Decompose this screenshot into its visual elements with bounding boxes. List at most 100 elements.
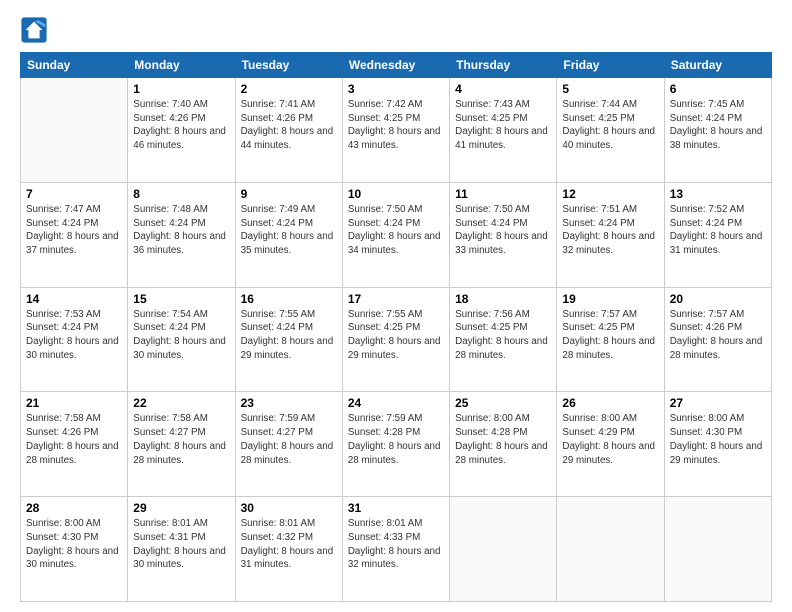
- calendar-cell: 23 Sunrise: 7:59 AMSunset: 4:27 PMDayligh…: [235, 392, 342, 497]
- day-info: Sunrise: 7:44 AMSunset: 4:25 PMDaylight:…: [562, 98, 658, 153]
- day-info: Sunrise: 7:42 AMSunset: 4:25 PMDaylight:…: [348, 98, 444, 153]
- day-info: Sunrise: 7:55 AMSunset: 4:25 PMDaylight:…: [348, 308, 444, 363]
- day-number: 22: [133, 396, 229, 410]
- calendar-cell: 14 Sunrise: 7:53 AMSunset: 4:24 PMDayligh…: [21, 287, 128, 392]
- weekday-header-wednesday: Wednesday: [342, 53, 449, 78]
- day-number: 20: [670, 292, 766, 306]
- calendar-cell: 28 Sunrise: 8:00 AMSunset: 4:30 PMDayligh…: [21, 497, 128, 602]
- day-number: 31: [348, 501, 444, 515]
- day-number: 15: [133, 292, 229, 306]
- calendar-cell: 5 Sunrise: 7:44 AMSunset: 4:25 PMDaylight…: [557, 78, 664, 183]
- calendar-cell: [557, 497, 664, 602]
- weekday-header-sunday: Sunday: [21, 53, 128, 78]
- day-number: 27: [670, 396, 766, 410]
- day-number: 24: [348, 396, 444, 410]
- day-number: 26: [562, 396, 658, 410]
- day-info: Sunrise: 7:58 AMSunset: 4:27 PMDaylight:…: [133, 412, 229, 467]
- day-number: 19: [562, 292, 658, 306]
- week-row-5: 28 Sunrise: 8:00 AMSunset: 4:30 PMDayligh…: [21, 497, 772, 602]
- week-row-3: 14 Sunrise: 7:53 AMSunset: 4:24 PMDayligh…: [21, 287, 772, 392]
- day-info: Sunrise: 7:57 AMSunset: 4:25 PMDaylight:…: [562, 308, 658, 363]
- weekday-header-saturday: Saturday: [664, 53, 771, 78]
- calendar-cell: 7 Sunrise: 7:47 AMSunset: 4:24 PMDaylight…: [21, 182, 128, 287]
- calendar-cell: 2 Sunrise: 7:41 AMSunset: 4:26 PMDaylight…: [235, 78, 342, 183]
- day-info: Sunrise: 8:01 AMSunset: 4:33 PMDaylight:…: [348, 517, 444, 572]
- day-info: Sunrise: 7:52 AMSunset: 4:24 PMDaylight:…: [670, 203, 766, 258]
- calendar-cell: 13 Sunrise: 7:52 AMSunset: 4:24 PMDayligh…: [664, 182, 771, 287]
- calendar-cell: 6Sunrise: 7:45 AMSunset: 4:24 PMDaylight…: [664, 78, 771, 183]
- day-number: 18: [455, 292, 551, 306]
- day-number: 21: [26, 396, 122, 410]
- day-info: Sunrise: 7:59 AMSunset: 4:27 PMDaylight:…: [241, 412, 337, 467]
- weekday-header-monday: Monday: [128, 53, 235, 78]
- day-info: Sunrise: 8:01 AMSunset: 4:31 PMDaylight:…: [133, 517, 229, 572]
- calendar-cell: 24 Sunrise: 7:59 AMSunset: 4:28 PMDayligh…: [342, 392, 449, 497]
- calendar-cell: 26 Sunrise: 8:00 AMSunset: 4:29 PMDayligh…: [557, 392, 664, 497]
- calendar-cell: 19 Sunrise: 7:57 AMSunset: 4:25 PMDayligh…: [557, 287, 664, 392]
- day-info: Sunrise: 7:51 AMSunset: 4:24 PMDaylight:…: [562, 203, 658, 258]
- day-number: 11: [455, 187, 551, 201]
- calendar-cell: 31 Sunrise: 8:01 AMSunset: 4:33 PMDayligh…: [342, 497, 449, 602]
- day-number: 3: [348, 82, 444, 96]
- calendar-cell: 1 Sunrise: 7:40 AMSunset: 4:26 PMDaylight…: [128, 78, 235, 183]
- day-info: Sunrise: 7:49 AMSunset: 4:24 PMDaylight:…: [241, 203, 337, 258]
- day-number: 25: [455, 396, 551, 410]
- day-number: 7: [26, 187, 122, 201]
- calendar-cell: 29 Sunrise: 8:01 AMSunset: 4:31 PMDayligh…: [128, 497, 235, 602]
- day-info: Sunrise: 8:01 AMSunset: 4:32 PMDaylight:…: [241, 517, 337, 572]
- day-info: Sunrise: 8:00 AMSunset: 4:30 PMDaylight:…: [670, 412, 766, 467]
- calendar-cell: 18 Sunrise: 7:56 AMSunset: 4:25 PMDayligh…: [450, 287, 557, 392]
- calendar-cell: 11 Sunrise: 7:50 AMSunset: 4:24 PMDayligh…: [450, 182, 557, 287]
- calendar-cell: 9Sunrise: 7:49 AMSunset: 4:24 PMDaylight…: [235, 182, 342, 287]
- day-info: Sunrise: 7:58 AMSunset: 4:26 PMDaylight:…: [26, 412, 122, 467]
- calendar-page: SundayMondayTuesdayWednesdayThursdayFrid…: [0, 0, 792, 612]
- header: [20, 16, 772, 44]
- day-info: Sunrise: 7:53 AMSunset: 4:24 PMDaylight:…: [26, 308, 122, 363]
- logo: [20, 16, 50, 44]
- day-number: 13: [670, 187, 766, 201]
- calendar-cell: 10 Sunrise: 7:50 AMSunset: 4:24 PMDayligh…: [342, 182, 449, 287]
- calendar-cell: 15 Sunrise: 7:54 AMSunset: 4:24 PMDayligh…: [128, 287, 235, 392]
- day-info: Sunrise: 8:00 AMSunset: 4:30 PMDaylight:…: [26, 517, 122, 572]
- calendar-cell: 25 Sunrise: 8:00 AMSunset: 4:28 PMDayligh…: [450, 392, 557, 497]
- day-number: 30: [241, 501, 337, 515]
- day-info: Sunrise: 8:00 AMSunset: 4:29 PMDaylight:…: [562, 412, 658, 467]
- weekday-header-friday: Friday: [557, 53, 664, 78]
- day-info: Sunrise: 7:54 AMSunset: 4:24 PMDaylight:…: [133, 308, 229, 363]
- day-info: Sunrise: 7:50 AMSunset: 4:24 PMDaylight:…: [455, 203, 551, 258]
- calendar-cell: 8Sunrise: 7:48 AMSunset: 4:24 PMDaylight…: [128, 182, 235, 287]
- calendar-cell: 17Sunrise: 7:55 AMSunset: 4:25 PMDayligh…: [342, 287, 449, 392]
- day-info: Sunrise: 7:56 AMSunset: 4:25 PMDaylight:…: [455, 308, 551, 363]
- day-number: 1: [133, 82, 229, 96]
- day-info: Sunrise: 7:48 AMSunset: 4:24 PMDaylight:…: [133, 203, 229, 258]
- week-row-2: 7 Sunrise: 7:47 AMSunset: 4:24 PMDaylight…: [21, 182, 772, 287]
- day-number: 23: [241, 396, 337, 410]
- day-number: 6: [670, 82, 766, 96]
- day-info: Sunrise: 7:50 AMSunset: 4:24 PMDaylight:…: [348, 203, 444, 258]
- calendar-cell: [21, 78, 128, 183]
- week-row-4: 21 Sunrise: 7:58 AMSunset: 4:26 PMDayligh…: [21, 392, 772, 497]
- day-number: 14: [26, 292, 122, 306]
- day-info: Sunrise: 7:47 AMSunset: 4:24 PMDaylight:…: [26, 203, 122, 258]
- day-number: 28: [26, 501, 122, 515]
- day-number: 5: [562, 82, 658, 96]
- day-number: 29: [133, 501, 229, 515]
- calendar-cell: 27 Sunrise: 8:00 AMSunset: 4:30 PMDayligh…: [664, 392, 771, 497]
- day-number: 10: [348, 187, 444, 201]
- calendar-cell: 3 Sunrise: 7:42 AMSunset: 4:25 PMDaylight…: [342, 78, 449, 183]
- day-info: Sunrise: 8:00 AMSunset: 4:28 PMDaylight:…: [455, 412, 551, 467]
- calendar-cell: 4Sunrise: 7:43 AMSunset: 4:25 PMDaylight…: [450, 78, 557, 183]
- calendar-cell: 20 Sunrise: 7:57 AMSunset: 4:26 PMDayligh…: [664, 287, 771, 392]
- calendar-cell: 16Sunrise: 7:55 AMSunset: 4:24 PMDayligh…: [235, 287, 342, 392]
- day-info: Sunrise: 7:40 AMSunset: 4:26 PMDaylight:…: [133, 98, 229, 153]
- day-number: 2: [241, 82, 337, 96]
- calendar-cell: [450, 497, 557, 602]
- day-info: Sunrise: 7:41 AMSunset: 4:26 PMDaylight:…: [241, 98, 337, 153]
- day-info: Sunrise: 7:57 AMSunset: 4:26 PMDaylight:…: [670, 308, 766, 363]
- day-info: Sunrise: 7:55 AMSunset: 4:24 PMDaylight:…: [241, 308, 337, 363]
- day-info: Sunrise: 7:59 AMSunset: 4:28 PMDaylight:…: [348, 412, 444, 467]
- calendar-cell: 22 Sunrise: 7:58 AMSunset: 4:27 PMDayligh…: [128, 392, 235, 497]
- weekday-header-thursday: Thursday: [450, 53, 557, 78]
- day-info: Sunrise: 7:43 AMSunset: 4:25 PMDaylight:…: [455, 98, 551, 153]
- week-row-1: 1 Sunrise: 7:40 AMSunset: 4:26 PMDaylight…: [21, 78, 772, 183]
